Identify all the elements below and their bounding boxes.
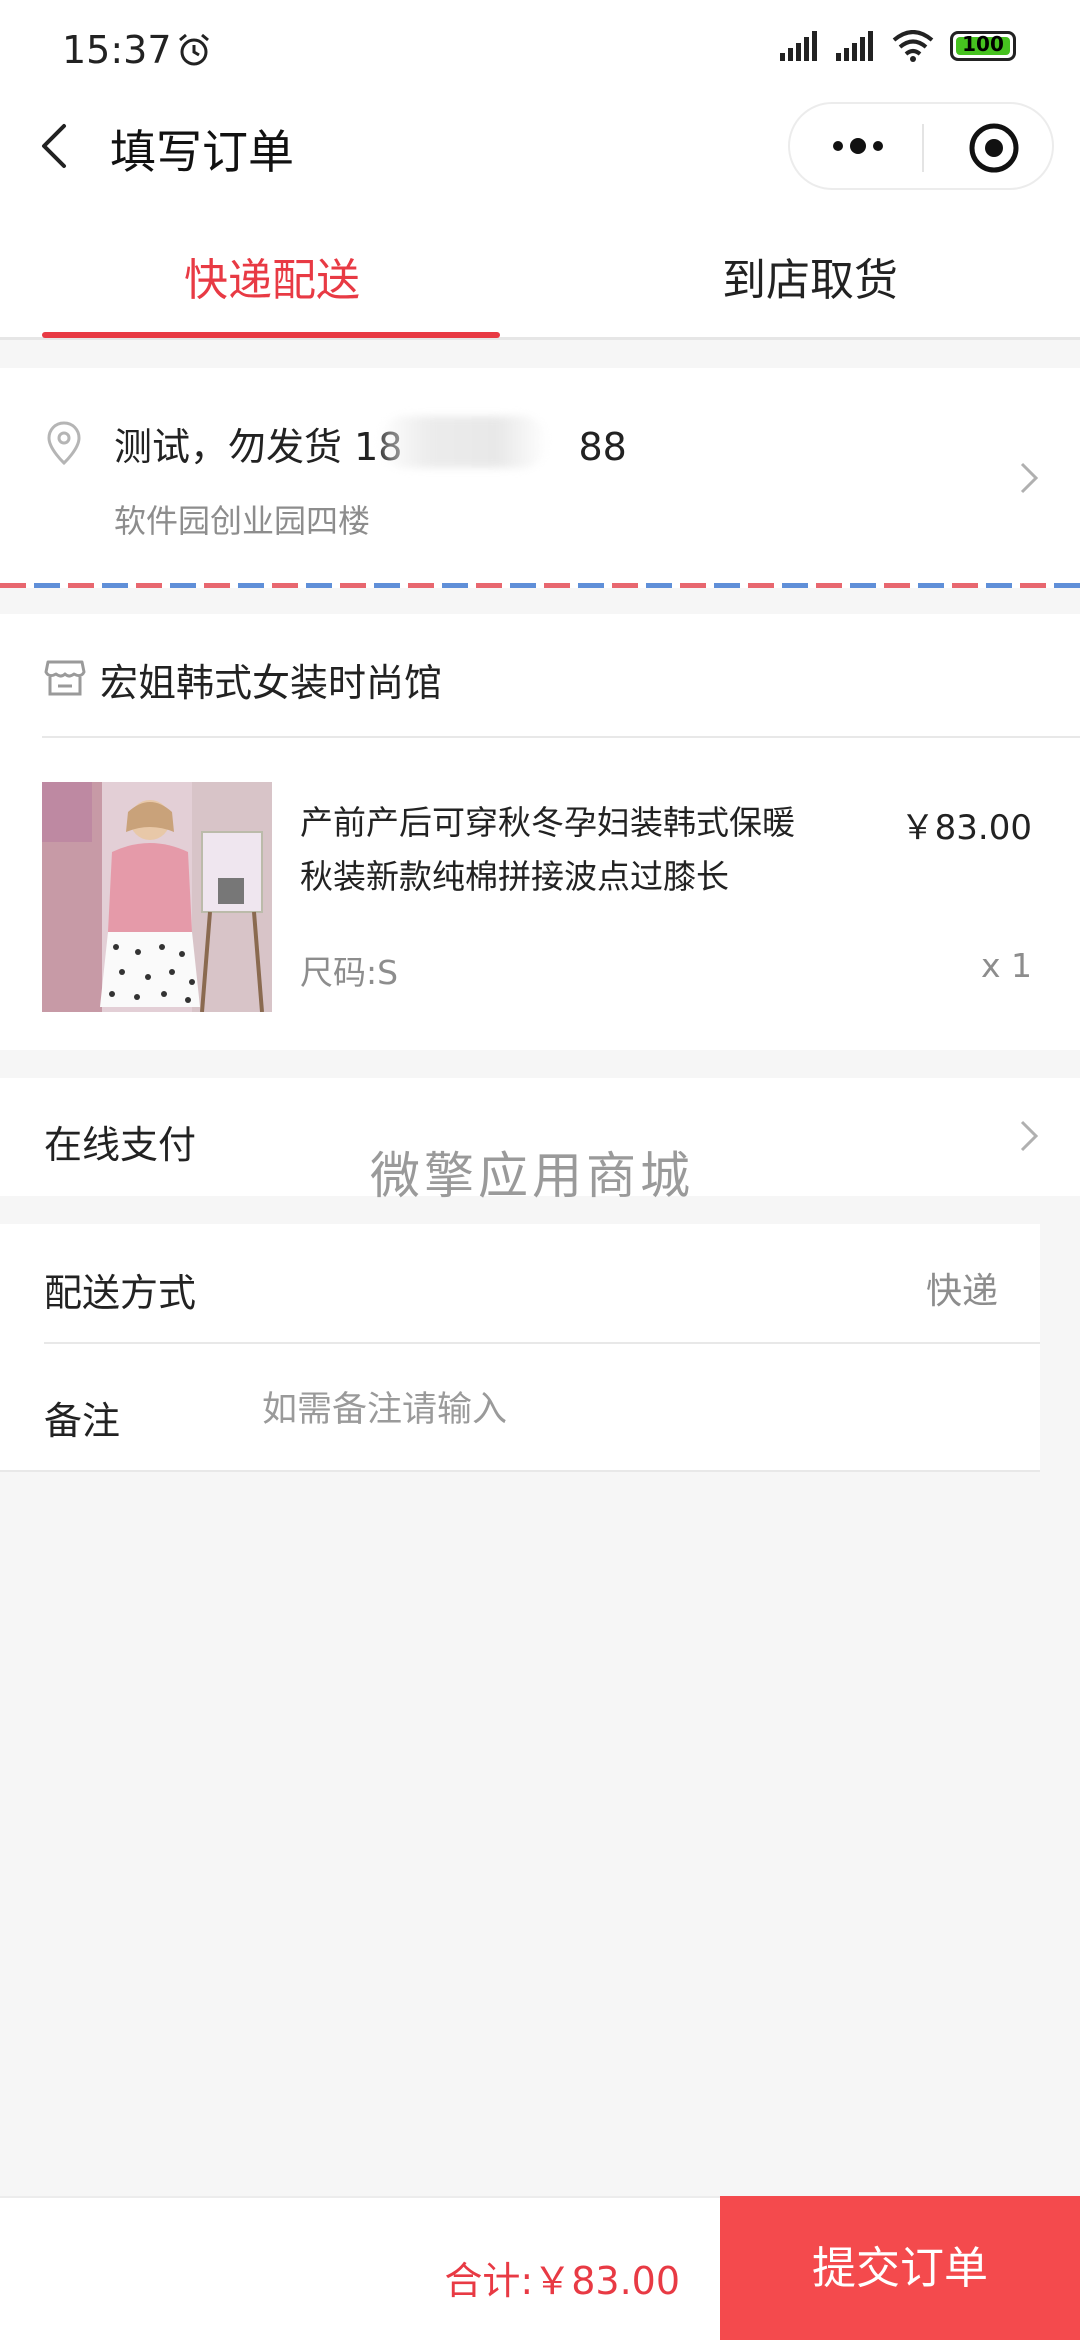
product-sku: 尺码:S <box>300 953 399 992</box>
active-tab-indicator <box>42 332 500 338</box>
chevron-right-icon <box>1020 462 1039 494</box>
chevron-right-icon <box>1020 1120 1039 1152</box>
alarm-icon <box>179 33 209 66</box>
store-icon <box>44 660 86 696</box>
payment-method-row[interactable]: 在线支付 微擎应用商城 <box>0 1078 1080 1205</box>
shop-name: 宏姐韩式女装时尚馆 <box>100 661 443 705</box>
product-quantity: x 1 <box>980 946 1032 985</box>
signal-icon-2 <box>836 31 873 61</box>
battery-icon: 100 <box>950 31 1016 61</box>
submit-order-button[interactable]: 提交订单 <box>720 2196 1080 2340</box>
recipient-name-phone: 测试，勿发货 18 88 <box>114 425 627 469</box>
options-bottom-border <box>0 1470 1040 1472</box>
redacted-phone-blur <box>378 416 548 468</box>
miniprogram-capsule <box>788 102 1054 190</box>
tab-express-delivery[interactable]: 快递配送 <box>42 244 502 308</box>
location-pin-icon <box>47 421 81 466</box>
close-miniprogram-icon[interactable] <box>966 120 1022 176</box>
product-title: 产前产后可穿秋冬孕妇装韩式保暖秋装新款纯棉拼接波点过膝长 <box>300 803 795 896</box>
status-bar: 15:37 100 <box>0 0 1080 100</box>
back-arrow-icon[interactable] <box>36 120 72 172</box>
shop-card: 宏姐韩式女装时尚馆 产前产后可穿秋冬孕妇装韩式保暖秋装新款纯棉拼接波点过膝长 ￥… <box>0 614 1080 1050</box>
order-options: 配送方式 快递 备注 <box>0 1224 1040 1472</box>
airmail-border <box>0 583 1080 588</box>
battery-level: 100 <box>962 32 1004 56</box>
product-price: ￥83.00 <box>900 808 1032 848</box>
capsule-divider <box>922 124 924 172</box>
status-time: 15:37 <box>62 28 172 72</box>
watermark-text: 微擎应用商城 <box>370 1147 694 1205</box>
options-divider <box>44 1342 1040 1344</box>
remark-label: 备注 <box>44 1399 121 1443</box>
tab-store-pickup[interactable]: 到店取货 <box>580 244 1040 308</box>
payment-label: 在线支付 <box>44 1123 197 1167</box>
order-total: 合计:￥83.00 <box>444 2259 680 2303</box>
checkout-bar: 合计:￥83.00 提交订单 <box>0 2196 1080 2340</box>
delivery-tabs: 快递配送 到店取货 <box>0 192 1080 340</box>
more-icon[interactable] <box>828 126 888 166</box>
wifi-icon <box>892 30 934 62</box>
shipping-value[interactable]: 快递 <box>926 1262 998 1314</box>
nav-bar: 填写订单 <box>0 100 1080 192</box>
address-card[interactable]: 测试，勿发货 18 88 软件园创业园四楼 <box>0 368 1080 588</box>
product-image[interactable] <box>42 782 272 1012</box>
shop-divider <box>42 736 1080 738</box>
address-detail: 软件园创业园四楼 <box>114 502 371 540</box>
remark-input[interactable] <box>262 1376 1002 1444</box>
signal-icon <box>780 31 817 61</box>
page-title: 填写订单 <box>110 125 294 179</box>
shipping-label: 配送方式 <box>44 1271 197 1315</box>
status-icons: 100 <box>780 30 1016 62</box>
